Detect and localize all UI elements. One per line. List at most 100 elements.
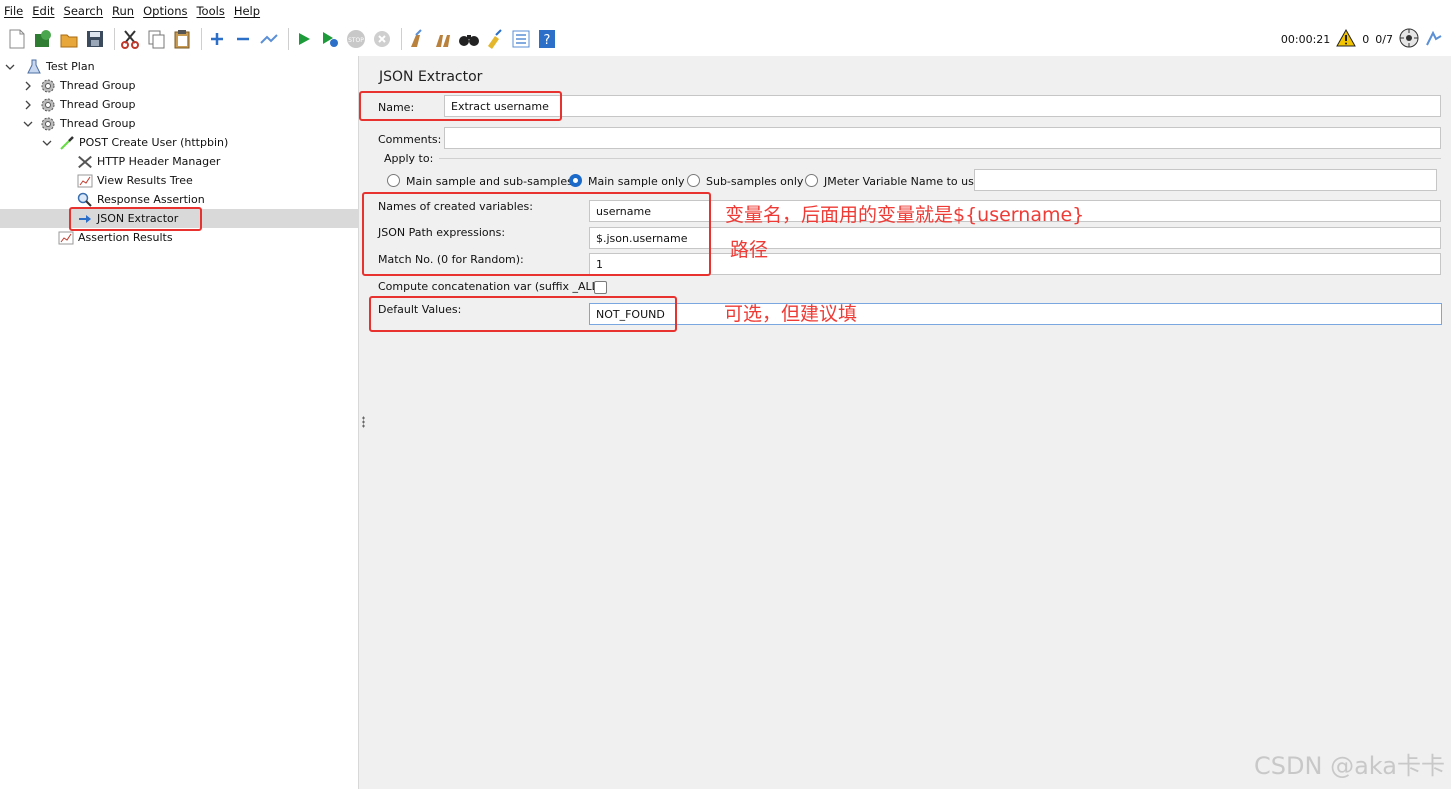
flask-icon [26, 59, 42, 75]
tree-item-label: HTTP Header Manager [97, 155, 221, 168]
match-no-field[interactable]: 1 [589, 253, 1441, 275]
jmeter-variable-field[interactable] [974, 169, 1437, 191]
chart-icon [58, 230, 74, 246]
menu-tools[interactable]: Tools [196, 4, 224, 18]
highlight-box-name [359, 91, 562, 121]
menu-search[interactable]: Search [64, 4, 104, 18]
menu-bar: File Edit Search Run Options Tools Help [0, 0, 1451, 22]
radio-main-and-sub[interactable] [387, 174, 400, 187]
highlight-box-tree-item [69, 207, 202, 231]
new-icon[interactable] [6, 28, 28, 50]
clear-all-icon[interactable] [432, 28, 454, 50]
tree-item-label: Response Assertion [97, 193, 205, 206]
magnifier-icon [77, 192, 93, 208]
open-icon[interactable] [58, 28, 80, 50]
split-pane-divider[interactable] [359, 56, 369, 789]
radio-main-only[interactable] [569, 174, 582, 187]
radio-jmeter-variable[interactable] [805, 174, 818, 187]
tools-icon [77, 154, 93, 170]
tree-item-http-request[interactable]: POST Create User (httpbin) [41, 133, 228, 152]
collapse-icon[interactable] [232, 28, 254, 50]
tree-item-test-plan[interactable]: Test Plan [4, 57, 95, 76]
function-helper-icon[interactable] [510, 28, 532, 50]
gear-icon [40, 116, 56, 132]
stop-icon[interactable]: STOP [345, 28, 367, 50]
search-icon[interactable] [458, 28, 480, 50]
chevron-right-icon[interactable] [22, 99, 34, 111]
concat-checkbox[interactable] [594, 281, 607, 294]
pipette-icon [59, 135, 75, 151]
highlight-box-default [369, 296, 677, 332]
cut-icon[interactable] [119, 28, 141, 50]
gear-icon [40, 78, 56, 94]
tree-item-label: View Results Tree [97, 174, 193, 187]
remote-engines-icon[interactable] [1399, 28, 1419, 51]
menu-help[interactable]: Help [234, 4, 260, 18]
chevron-down-icon[interactable] [41, 137, 53, 149]
tree-item-label: Thread Group [60, 79, 136, 92]
copy-icon[interactable] [145, 28, 167, 50]
fieldset-border [439, 158, 1441, 159]
toolbar-separator [401, 28, 402, 50]
name-field[interactable]: Extract username [444, 95, 1441, 117]
save-icon[interactable] [84, 28, 106, 50]
json-extractor-panel: JSON Extractor Name: Extract username Co… [359, 56, 1451, 789]
toolbar-separator [114, 28, 115, 50]
toolbar: STOP ? 00:00:21 0 0/7 [0, 22, 1451, 56]
toolbar-separator [288, 28, 289, 50]
tree-item-thread-group[interactable]: Thread Group [22, 76, 135, 95]
reset-search-icon[interactable] [484, 28, 506, 50]
annotation-optional: 可选，但建议填 [724, 303, 858, 325]
radio-sub-only[interactable] [687, 174, 700, 187]
tree-item-label: Assertion Results [78, 231, 173, 244]
expand-icon[interactable] [206, 28, 228, 50]
shutdown-icon[interactable] [371, 28, 393, 50]
warning-icon[interactable] [1336, 28, 1357, 50]
watermark: CSDN @aka卡卡 [1254, 752, 1445, 780]
status-area: 00:00:21 0 0/7 [1281, 22, 1443, 56]
elapsed-timer: 00:00:21 [1280, 32, 1331, 46]
help-icon[interactable]: ? [536, 28, 558, 50]
radio-main-only-label: Main sample only [588, 175, 685, 188]
tree-item-thread-group[interactable]: Thread Group [22, 114, 135, 133]
tree-item-label: POST Create User (httpbin) [79, 136, 229, 149]
comments-field[interactable] [444, 127, 1441, 149]
toggle-icon[interactable] [258, 28, 280, 50]
json-path-field[interactable]: $.json.username [589, 227, 1441, 249]
chart-icon [77, 173, 93, 189]
clear-icon[interactable] [406, 28, 428, 50]
annotation-variable-name: 变量名，后面用的变量就是${username} [725, 204, 1085, 226]
active-threads: 0/7 [1375, 32, 1393, 46]
radio-sub-only-label: Sub-samples only [706, 175, 804, 188]
start-icon[interactable] [293, 28, 315, 50]
tree-item-thread-group[interactable]: Thread Group [22, 95, 135, 114]
svg-text:?: ? [544, 33, 551, 48]
radio-main-and-sub-label: Main sample and sub-samples [406, 175, 573, 188]
tree-item-label: Thread Group [60, 117, 136, 130]
chevron-down-icon[interactable] [4, 61, 16, 73]
menu-options[interactable]: Options [143, 4, 187, 18]
menu-edit[interactable]: Edit [32, 4, 54, 18]
log-viewer-icon[interactable] [1425, 29, 1443, 50]
page-title: JSON Extractor [379, 69, 483, 85]
comments-label: Comments: [378, 133, 442, 146]
drag-handle-icon[interactable] [362, 416, 365, 428]
concat-label: Compute concatenation var (suffix _ALL): [378, 280, 606, 293]
highlight-box-variables [362, 192, 711, 276]
paste-icon[interactable] [171, 28, 193, 50]
warning-count: 0 [1362, 32, 1370, 46]
start-no-pauses-icon[interactable] [319, 28, 341, 50]
svg-text:STOP: STOP [348, 37, 364, 44]
tree-item-label: Test Plan [46, 60, 95, 73]
tree-item-label: Thread Group [60, 98, 136, 111]
templates-icon[interactable] [32, 28, 54, 50]
chevron-right-icon[interactable] [22, 80, 34, 92]
menu-run[interactable]: Run [112, 4, 134, 18]
test-plan-tree: Test Plan Thread Group Thread Group Thre… [0, 56, 359, 789]
chevron-down-icon[interactable] [22, 118, 34, 130]
menu-file[interactable]: File [4, 4, 23, 18]
apply-to-label: Apply to: [384, 152, 434, 165]
default-values-field[interactable]: NOT_FOUND [589, 303, 1442, 325]
tree-item-header-manager[interactable]: HTTP Header Manager [77, 152, 220, 171]
tree-item-view-results-tree[interactable]: View Results Tree [77, 171, 193, 190]
